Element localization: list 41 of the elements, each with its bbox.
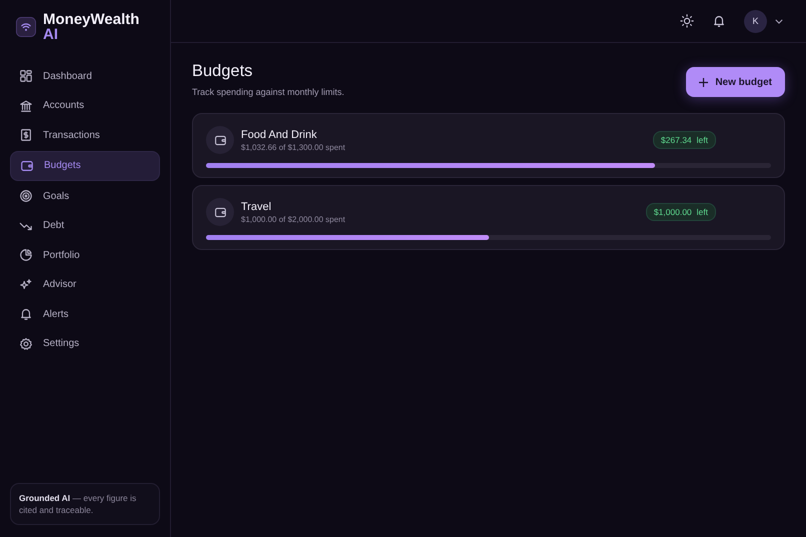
page-subtitle: Track spending against monthly limits.	[192, 87, 344, 97]
sidebar-item[interactable]: Debt	[10, 212, 160, 240]
sidebar-item[interactable]: Alerts	[10, 300, 160, 328]
budget-spent: $1,000.00 of $2,000.00 spent	[241, 214, 346, 224]
wallet-icon	[214, 134, 226, 146]
remaining-amount: $1,000.00	[654, 207, 692, 217]
chevron-down-icon[interactable]	[775, 18, 783, 24]
remaining-label: left	[696, 207, 708, 217]
pie-chart-icon	[19, 248, 33, 262]
new-budget-button[interactable]: New budget	[686, 67, 785, 97]
sidebar-item[interactable]: Transactions	[10, 121, 160, 149]
budget-name: Travel	[241, 200, 272, 212]
bell-icon	[19, 307, 33, 321]
sidebar-item[interactable]: Settings	[10, 330, 160, 358]
receipt-icon	[19, 128, 33, 142]
brand-name: MoneyWealth	[43, 12, 140, 27]
sidebar-item[interactable]: Dashboard	[10, 62, 160, 90]
sidebar-item[interactable]: Portfolio	[10, 241, 160, 269]
logo-icon	[16, 17, 36, 37]
sidebar-item[interactable]: Accounts	[10, 92, 160, 120]
bank-icon	[19, 98, 33, 112]
page-title: Budgets	[192, 62, 254, 81]
theme-toggle-icon[interactable]	[680, 14, 694, 28]
wallet-icon	[214, 206, 226, 218]
target-icon	[19, 189, 33, 203]
sidebar-item[interactable]: Budgets	[10, 150, 160, 180]
plus-icon	[699, 78, 708, 86]
sidebar-item[interactable]: Goals	[10, 182, 160, 210]
budget-name: Food And Drink	[241, 128, 318, 140]
sparkle-icon	[19, 278, 33, 292]
grid-icon	[19, 69, 33, 83]
sidebar-item[interactable]: Advisor	[10, 270, 160, 298]
wallet-icon	[20, 158, 34, 172]
gear-icon	[19, 336, 33, 350]
budget-spent: $1,032.66 of $1,300.00 spent	[241, 142, 346, 152]
brand-suffix: AI	[43, 27, 58, 42]
bell-icon[interactable]	[712, 14, 726, 28]
avatar[interactable]: K	[744, 10, 767, 32]
remaining-amount: $267.34	[660, 135, 692, 145]
grounded-note: Grounded AI — every figure is cited and traceable.	[19, 492, 138, 516]
remaining-label: left	[696, 135, 708, 145]
